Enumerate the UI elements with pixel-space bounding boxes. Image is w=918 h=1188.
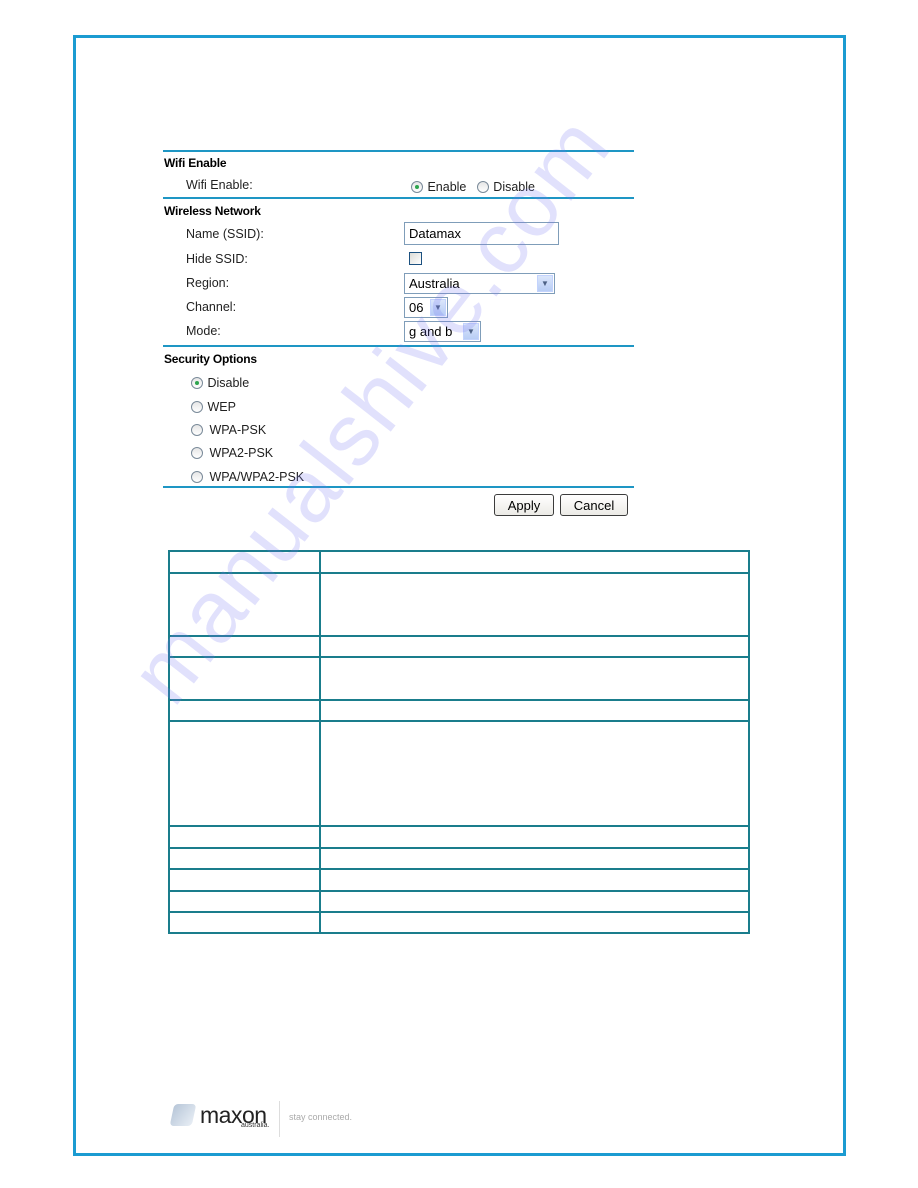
table-cell <box>319 911 750 934</box>
table-row <box>168 656 750 701</box>
security-option-label: WEP <box>207 400 236 414</box>
table-row <box>168 847 750 870</box>
table-cell <box>168 656 321 701</box>
table-cell <box>168 868 321 892</box>
mode-label: Mode: <box>186 324 221 338</box>
security-option-wep[interactable]: WEP <box>191 398 236 416</box>
table-row <box>168 572 750 637</box>
security-option-disable[interactable]: Disable <box>191 374 249 392</box>
wifi-enable-option-label: Enable <box>427 180 467 194</box>
hide-ssid-checkbox[interactable] <box>409 252 422 265</box>
table-row <box>168 699 750 722</box>
security-option-label: Disable <box>207 376 250 390</box>
security-option-wpa-psk[interactable]: WPA-PSK <box>191 421 266 439</box>
channel-select-value: 06 <box>409 300 424 315</box>
table-row <box>168 720 750 827</box>
region-select[interactable]: Australia ▼ <box>404 273 555 294</box>
description-table <box>168 550 750 934</box>
ssid-input[interactable] <box>404 222 559 245</box>
logo-subtext: australia. <box>241 1122 270 1129</box>
table-cell <box>319 890 750 913</box>
tagline: stay connected. <box>289 1112 353 1122</box>
security-wpa-wpa2-psk-radio[interactable] <box>191 471 203 483</box>
security-option-label: WPA2-PSK <box>209 446 274 460</box>
security-wpa2-psk-radio[interactable] <box>191 447 203 459</box>
wifi-disable-radio[interactable] <box>476 181 489 193</box>
chevron-down-icon: ▼ <box>537 275 553 292</box>
section-title-wireless-network: Wireless Network <box>164 204 261 218</box>
table-cell <box>168 911 321 934</box>
table-cell <box>319 868 750 892</box>
security-disable-radio[interactable] <box>191 377 203 389</box>
table-cell <box>168 699 321 722</box>
wifi-disable-option-label: Disable <box>493 180 535 194</box>
table-row <box>168 550 750 574</box>
section-title-security-options: Security Options <box>164 352 257 366</box>
table-cell <box>168 635 321 658</box>
cancel-button[interactable]: Cancel <box>560 494 628 516</box>
ssid-label: Name (SSID): <box>186 227 264 241</box>
table-cell <box>168 890 321 913</box>
logo-divider <box>279 1101 280 1137</box>
section-separator <box>163 486 634 488</box>
table-cell <box>319 635 750 658</box>
channel-label: Channel: <box>186 300 237 314</box>
table-cell <box>319 847 750 870</box>
table-cell <box>168 847 321 870</box>
chevron-down-icon: ▼ <box>430 299 446 316</box>
section-separator <box>163 345 634 347</box>
chevron-down-icon: ▼ <box>463 323 479 340</box>
security-option-wpa2-psk[interactable]: WPA2-PSK <box>191 444 273 462</box>
table-cell <box>319 699 750 722</box>
table-cell <box>319 720 750 827</box>
security-wep-radio[interactable] <box>191 401 203 413</box>
region-label: Region: <box>186 276 230 290</box>
table-cell <box>168 825 321 849</box>
wifi-enable-radio-group: Enable Disable <box>411 178 535 196</box>
apply-button[interactable]: Apply <box>494 494 554 516</box>
table-cell <box>319 572 750 637</box>
section-separator <box>163 150 634 152</box>
table-cell <box>168 550 321 574</box>
wifi-enable-radio[interactable] <box>411 181 423 193</box>
table-row <box>168 825 750 849</box>
channel-select[interactable]: 06 ▼ <box>404 297 448 318</box>
region-select-value: Australia <box>409 276 460 291</box>
section-separator <box>163 197 634 199</box>
table-row <box>168 890 750 913</box>
mode-select[interactable]: g and b ▼ <box>404 321 481 342</box>
table-cell <box>319 656 750 701</box>
hide-ssid-label: Hide SSID: <box>186 252 248 266</box>
mode-select-value: g and b <box>409 324 453 339</box>
security-option-wpa-wpa2-psk[interactable]: WPA/WPA2-PSK <box>191 468 304 486</box>
table-cell <box>168 720 321 827</box>
logo-mark-icon <box>169 1104 197 1126</box>
security-option-label: WPA/WPA2-PSK <box>209 470 305 484</box>
wifi-enable-label: Wifi Enable: <box>186 178 253 192</box>
table-row <box>168 911 750 934</box>
table-cell <box>168 572 321 637</box>
table-cell <box>319 825 750 849</box>
section-title-wifi-enable: Wifi Enable <box>164 156 227 170</box>
table-row <box>168 868 750 892</box>
security-option-label: WPA-PSK <box>209 423 267 437</box>
table-row <box>168 635 750 658</box>
security-wpa-psk-radio[interactable] <box>191 424 203 436</box>
table-cell <box>319 550 750 574</box>
